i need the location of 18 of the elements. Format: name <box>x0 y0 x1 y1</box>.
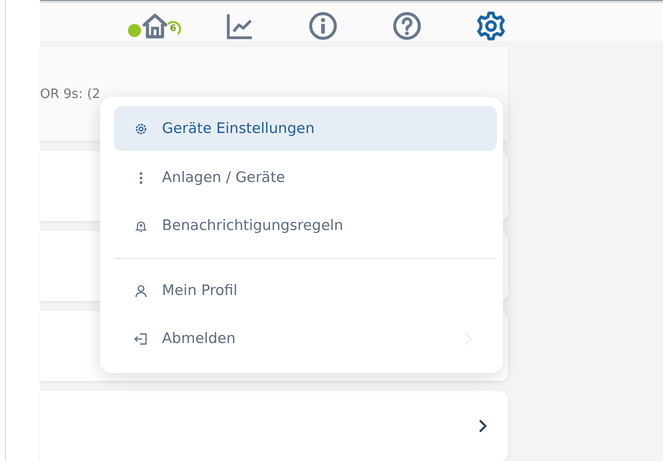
home-icon[interactable] <box>140 11 170 41</box>
status-dot <box>128 24 141 37</box>
person-icon <box>134 284 148 298</box>
menu-item[interactable]: Abmelden <box>114 315 497 363</box>
count-badge: 6 <box>165 21 181 37</box>
info-icon[interactable] <box>308 11 338 41</box>
menu-item[interactable]: Geräte Einstellungen <box>114 106 497 151</box>
logout-icon <box>134 332 148 346</box>
menu-item[interactable]: Mein Profil <box>114 267 497 315</box>
help-icon[interactable] <box>392 11 422 41</box>
bell-icon <box>134 219 148 233</box>
gear-icon <box>134 122 148 136</box>
chevron-right-icon <box>478 420 488 432</box>
device-label: OR 9s: (2 <box>40 86 100 102</box>
menu-item[interactable]: Anlagen / Geräte <box>114 154 497 202</box>
settings-icon[interactable] <box>476 11 506 41</box>
menu-item[interactable]: Benachrichtigungsregeln <box>114 202 497 250</box>
line-chart-icon[interactable] <box>224 11 254 41</box>
